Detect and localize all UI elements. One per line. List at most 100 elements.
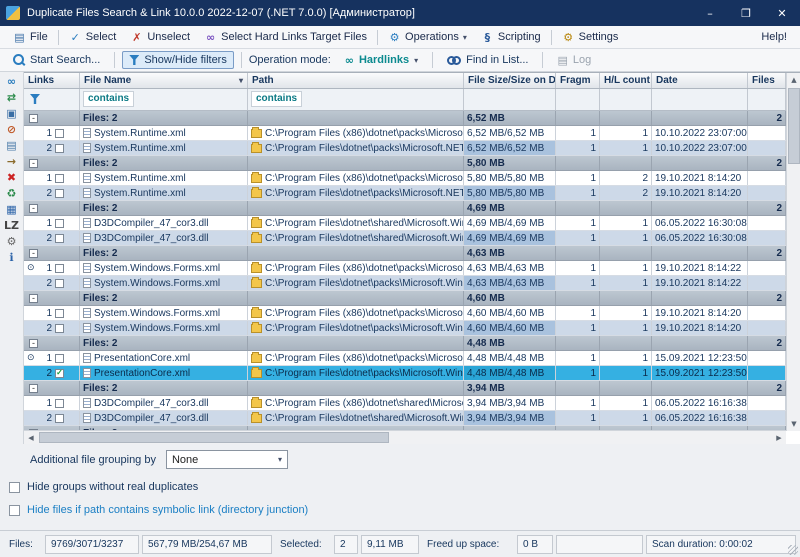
collapse-group-button[interactable]: -	[29, 384, 38, 393]
operation-mode-dropdown[interactable]: ∞ Hardlinks ▾	[338, 51, 425, 70]
find-in-list-button[interactable]: Find in List...	[440, 51, 535, 69]
vertical-scrollbar[interactable]: ▲ ▼	[786, 73, 800, 431]
file-checkbox[interactable]	[55, 174, 64, 183]
file-checkbox[interactable]	[55, 129, 64, 138]
collapse-group-button[interactable]: -	[29, 114, 38, 123]
file-name-filter-cell[interactable]: contains	[80, 89, 248, 110]
collapse-group-button[interactable]: -	[29, 294, 38, 303]
recycle-icon[interactable]: ♻	[3, 187, 21, 200]
unlink-icon[interactable]: ⊘	[3, 123, 21, 136]
file-checkbox[interactable]: ✓	[55, 369, 64, 378]
horizontal-scrollbar[interactable]: ◀ ▶	[24, 430, 786, 444]
save-report-icon[interactable]: ▦	[3, 203, 21, 216]
create-symlink-icon[interactable]: ⇄	[3, 91, 21, 104]
copy-file-icon[interactable]: ▤	[3, 139, 21, 152]
file-checkbox[interactable]	[55, 264, 64, 273]
collapse-group-button[interactable]: -	[29, 159, 38, 168]
column-header-links[interactable]: Links	[24, 73, 80, 88]
column-header-file-name[interactable]: File Name▾	[80, 73, 248, 88]
file-checkbox[interactable]	[55, 414, 64, 423]
group-header-row[interactable]: -Files: 24,48 MB2	[24, 336, 786, 351]
file-row[interactable]: 2System.Runtime.xmlC:\Program Files\dotn…	[24, 141, 786, 156]
filter-cell[interactable]	[652, 89, 748, 110]
maximize-button[interactable]: ❐	[728, 0, 764, 26]
links-filter-cell[interactable]	[24, 89, 80, 110]
hide-groups-checkbox[interactable]	[9, 482, 20, 493]
file-name-filter-operator[interactable]: contains	[83, 91, 134, 107]
file-checkbox[interactable]	[55, 324, 64, 333]
file-checkbox[interactable]	[55, 144, 64, 153]
minimize-button[interactable]: –	[692, 0, 728, 26]
filter-cell[interactable]	[556, 89, 600, 110]
collapse-group-button[interactable]: -	[29, 339, 38, 348]
column-header-files[interactable]: Files	[748, 73, 786, 88]
file-checkbox[interactable]	[55, 234, 64, 243]
menu-item-operations[interactable]: ⚙Operations▾	[381, 29, 474, 46]
menu-item-unselect[interactable]: ✗Unselect	[123, 29, 197, 46]
filter-cell[interactable]	[748, 89, 786, 110]
resize-grip[interactable]	[788, 545, 798, 555]
group-header-row[interactable]: -Files: 23,94 MB2	[24, 381, 786, 396]
hide-symlink-checkbox[interactable]	[9, 505, 20, 516]
settings-icon[interactable]: ⚙	[3, 235, 21, 248]
group-header-row[interactable]: -Files: 25,80 MB2	[24, 156, 786, 171]
collapse-group-button[interactable]: -	[29, 249, 38, 258]
file-checkbox[interactable]	[55, 189, 64, 198]
create-hardlink-icon[interactable]: ∞	[3, 75, 21, 88]
scroll-left-icon[interactable]: ◀	[24, 431, 38, 445]
column-header-date[interactable]: Date	[652, 73, 748, 88]
horizontal-scroll-thumb[interactable]	[39, 432, 389, 443]
file-checkbox[interactable]	[55, 309, 64, 318]
menu-item-select-hard-links-target-files[interactable]: ∞Select Hard Links Target Files	[197, 29, 374, 46]
file-row[interactable]: ⊙1System.Windows.Forms.xmlC:\Program Fil…	[24, 261, 786, 276]
file-checkbox[interactable]	[55, 219, 64, 228]
file-row[interactable]: 2System.Runtime.xmlC:\Program Files\dotn…	[24, 186, 786, 201]
compress-lz-icon[interactable]: LZ	[3, 219, 21, 232]
filter-cell[interactable]	[464, 89, 556, 110]
collapse-group-button[interactable]: -	[29, 204, 38, 213]
close-button[interactable]: ✕	[764, 0, 800, 26]
path-filter-operator[interactable]: contains	[251, 91, 302, 107]
menu-item-select[interactable]: ✓Select	[62, 29, 124, 46]
file-row[interactable]: 1System.Runtime.xmlC:\Program Files (x86…	[24, 171, 786, 186]
file-row[interactable]: 2System.Windows.Forms.xmlC:\Program File…	[24, 276, 786, 291]
vertical-scroll-thumb[interactable]	[788, 88, 800, 164]
file-checkbox[interactable]	[55, 354, 64, 363]
file-row[interactable]: 1System.Runtime.xmlC:\Program Files (x86…	[24, 126, 786, 141]
menu-item-file[interactable]: ▤File	[6, 29, 55, 46]
column-header-fragm[interactable]: Fragm	[556, 73, 600, 88]
info-icon[interactable]: ℹ	[3, 251, 21, 264]
file-checkbox[interactable]	[55, 399, 64, 408]
file-row[interactable]: 2System.Windows.Forms.xmlC:\Program File…	[24, 321, 786, 336]
group-header-row[interactable]: -Files: 24,63 MB2	[24, 246, 786, 261]
file-row[interactable]: 2D3DCompiler_47_cor3.dllC:\Program Files…	[24, 411, 786, 426]
show-hide-filters-button[interactable]: Show/Hide filters	[122, 51, 234, 69]
column-header-path[interactable]: Path	[248, 73, 464, 88]
grouping-select[interactable]: None ▾	[166, 450, 288, 469]
menu-item-settings[interactable]: ⚙Settings	[555, 29, 626, 46]
start-search-button[interactable]: Start Search...	[6, 51, 107, 69]
filter-dropdown-icon[interactable]: ▾	[239, 76, 243, 85]
scroll-up-icon[interactable]: ▲	[787, 73, 800, 87]
file-row[interactable]: 1D3DCompiler_47_cor3.dllC:\Program Files…	[24, 396, 786, 411]
group-header-row[interactable]: -Files: 26,52 MB2	[24, 111, 786, 126]
file-row[interactable]: 2D3DCompiler_47_cor3.dllC:\Program Files…	[24, 231, 786, 246]
menu-item-help[interactable]: Help!	[754, 29, 794, 45]
scroll-right-icon[interactable]: ▶	[772, 431, 786, 445]
file-row[interactable]: 1System.Windows.Forms.xmlC:\Program File…	[24, 306, 786, 321]
group-header-row[interactable]: -Files: 24,69 MB2	[24, 201, 786, 216]
delete-file-icon[interactable]: ✖	[3, 171, 21, 184]
file-row[interactable]: 2✓PresentationCore.xmlC:\Program Files\d…	[24, 366, 786, 381]
scroll-down-icon[interactable]: ▼	[787, 417, 800, 431]
move-file-icon[interactable]: →	[3, 155, 21, 168]
menu-item-scripting[interactable]: §Scripting	[474, 29, 548, 46]
file-checkbox[interactable]	[55, 279, 64, 288]
column-header-h-l-count[interactable]: H/L count	[600, 73, 652, 88]
column-header-file-size-size-on-disk[interactable]: File Size/Size on Disk	[464, 73, 556, 88]
filter-cell[interactable]	[600, 89, 652, 110]
link-folder-icon[interactable]: ▣	[3, 107, 21, 120]
file-row[interactable]: 1D3DCompiler_47_cor3.dllC:\Program Files…	[24, 216, 786, 231]
path-filter-cell[interactable]: contains	[248, 89, 464, 110]
file-row[interactable]: ⊙1PresentationCore.xmlC:\Program Files (…	[24, 351, 786, 366]
group-header-row[interactable]: -Files: 24,60 MB2	[24, 291, 786, 306]
